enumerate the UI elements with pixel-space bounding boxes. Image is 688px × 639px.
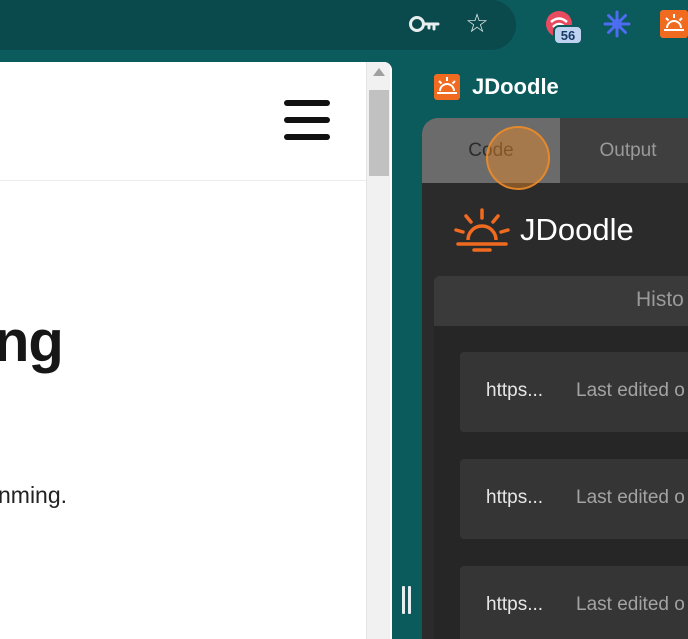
scroll-up-arrow-icon[interactable] xyxy=(373,68,385,76)
history-item-time: Last edited o xyxy=(576,487,685,508)
page-scrollbar[interactable] xyxy=(366,62,390,639)
page-text: nming. xyxy=(0,482,68,508)
history-item-url: https... xyxy=(486,594,544,615)
history-header[interactable]: Histo xyxy=(434,276,688,326)
key-icon[interactable] xyxy=(408,10,442,38)
history-item[interactable]: https... Last edited o xyxy=(460,459,688,539)
jdoodle-app: Code Output JDoodle Histo https... Last … xyxy=(422,118,688,639)
tab-bar: Code Output xyxy=(422,118,688,183)
browser-toolbar: ☆ 56 xyxy=(0,0,688,52)
tab-output[interactable]: Output xyxy=(560,118,688,183)
panel-resize-handle[interactable] xyxy=(402,586,414,616)
panel-title: JDoodle xyxy=(472,74,559,99)
click-indicator xyxy=(486,126,550,190)
jdoodle-brand-logo-icon xyxy=(454,208,510,252)
star-icon[interactable]: ☆ xyxy=(462,8,492,38)
history-item-time: Last edited o xyxy=(576,594,685,615)
history-item-time: Last edited o xyxy=(576,380,685,401)
history-item-url: https... xyxy=(486,487,544,508)
hamburger-menu-icon[interactable] xyxy=(284,100,330,142)
history-label: Histo xyxy=(636,288,684,311)
extension-badge: 56 xyxy=(553,25,583,45)
history-item[interactable]: https... Last edited o xyxy=(460,352,688,432)
page-header xyxy=(0,62,366,181)
jdoodle-panel-logo-icon xyxy=(434,74,460,100)
page-heading: ng xyxy=(0,309,64,374)
history-item[interactable]: https... Last edited o xyxy=(460,566,688,639)
sparkle-icon[interactable] xyxy=(601,8,633,40)
side-panel: JDoodle Code Output JDoodle Histo https.… xyxy=(392,62,688,639)
jdoodle-logo-icon[interactable] xyxy=(660,10,688,38)
web-page: ng nming. xyxy=(0,62,392,639)
scroll-thumb[interactable] xyxy=(369,90,389,176)
history-list: https... Last edited o https... Last edi… xyxy=(434,326,688,639)
brand: JDoodle xyxy=(454,202,634,258)
history-item-url: https... xyxy=(486,380,544,401)
brand-name: JDoodle xyxy=(520,212,634,247)
